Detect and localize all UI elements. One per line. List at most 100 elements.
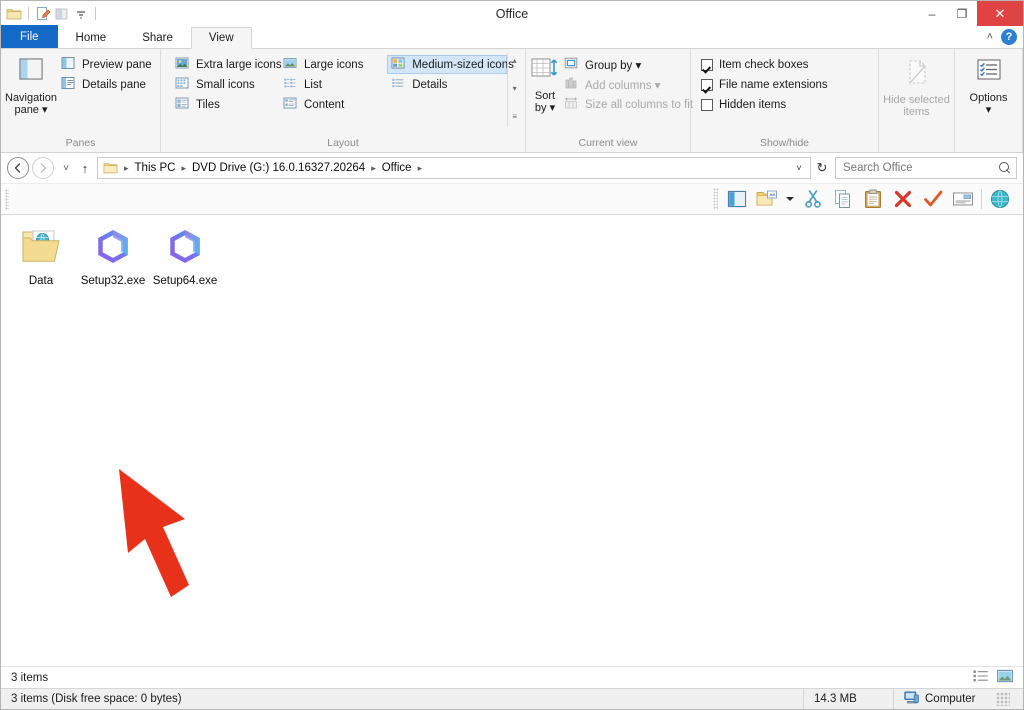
hidden-items-checkbox[interactable] [701,98,713,111]
copy-button[interactable] [828,186,858,212]
tab-view[interactable]: View [190,27,252,49]
breadcrumb-item-this-pc[interactable]: This PC [131,158,180,178]
extra-large-icons-item[interactable]: Extra large icons [171,55,282,74]
cut-button[interactable] [798,186,828,212]
refresh-button[interactable]: ↻ [811,157,833,179]
close-button[interactable]: ✕ [977,1,1023,26]
breadcrumb-dropdown-icon[interactable]: ˅ [790,158,808,178]
customize-dropdown-icon[interactable] [73,6,89,22]
recent-locations-button[interactable]: ˅ [57,157,75,179]
search-icon[interactable] [999,161,1012,175]
large-icons-item[interactable]: Large icons [279,55,387,74]
options-label-1: Options [969,92,1008,104]
open-folder-button[interactable] [752,186,782,212]
item-count-label: 3 items [11,671,49,684]
file-name-extensions-checkbox[interactable] [701,78,713,91]
paste-button[interactable] [858,186,888,212]
breadcrumb-item-dvd-drive[interactable]: DVD Drive (G:) 16.0.16327.20264 [188,158,369,178]
custom-toolbar [1,183,1023,215]
list-item-view[interactable]: List [279,75,387,94]
details-pane-item[interactable]: Details pane [57,75,158,94]
file-item-setup64[interactable]: Setup64.exe [149,223,221,292]
hidden-items-label: Hidden items [719,98,787,111]
small-icons-icon [175,76,191,93]
forward-button[interactable] [32,157,54,179]
tab-home[interactable]: Home [58,26,125,48]
details-view-toggle-icon[interactable] [973,669,989,686]
ribbon-group-options: Options ▾ [955,49,1023,152]
search-input[interactable]: Search Office [843,162,999,174]
large-icons-label: Large icons [304,58,364,71]
tiles-item[interactable]: Tiles [171,95,279,114]
list-label: List [304,78,322,91]
navigation-panel-button[interactable] [722,186,752,212]
toolbar-dropdown-button[interactable] [782,186,798,212]
breadcrumb-sep-1[interactable]: ▸ [179,163,188,174]
breadcrumb-bar[interactable]: ▸ This PC ▸ DVD Drive (G:) 16.0.16327.20… [97,157,811,179]
search-box[interactable]: Search Office [835,157,1017,179]
ribbon-group-layout: Extra large icons Small icons Tiles Larg… [161,49,526,152]
help-icon[interactable]: ? [1001,29,1017,45]
file-item-data[interactable]: Data [5,223,77,292]
file-item-label: Data [28,275,54,287]
layout-column-2: Large icons List Content [279,53,387,114]
tiles-label: Tiles [196,98,220,111]
group-by-item[interactable]: Group by ▾ [560,55,699,74]
delete-button[interactable] [888,186,918,212]
rename-button[interactable] [948,186,978,212]
status-location: Computer [893,689,1023,709]
browser-button[interactable] [985,186,1015,212]
folder-icon[interactable] [6,6,22,22]
minimize-button[interactable]: – [917,1,947,26]
tab-share[interactable]: Share [124,26,191,48]
preview-pane-label: Preview pane [81,58,152,71]
quick-access-toolbar [1,1,99,26]
sort-by-button[interactable]: Sort by ▾ [530,53,560,114]
properties-icon[interactable] [35,6,51,22]
breadcrumb-folder-icon [100,158,122,178]
layout-column-3: Medium-sized icons Details [387,53,514,94]
panes-items: Preview pane Details pane [57,53,158,94]
details-view-icon [391,76,407,93]
breadcrumb-sep-3[interactable]: ▸ [416,163,425,174]
small-icons-item[interactable]: Small icons [171,75,279,94]
options-button[interactable]: Options ▾ [959,53,1018,116]
medium-icons-label: Medium-sized icons [412,58,514,71]
navigation-pane-button[interactable]: Navigation pane ▾ [5,53,57,116]
file-name-extensions-option[interactable]: File name extensions [697,75,834,94]
hidden-items-option[interactable]: Hidden items [697,95,834,114]
large-icons-view-toggle-icon[interactable] [997,669,1013,686]
resize-grip[interactable] [996,692,1010,706]
show-hide-checkboxes: Item check boxes File name extensions Hi… [697,53,834,114]
file-item-setup32[interactable]: Setup32.exe [77,223,149,292]
layout-scroll-up-icon[interactable]: ▴ [513,56,517,65]
back-button[interactable] [7,157,29,179]
toolbar-drag-handle[interactable] [713,188,718,210]
ribbon-group-current-view: Sort by ▾ Group by ▾ Add columns ▾ Size … [526,49,693,152]
panes-group-label: Panes [65,137,96,149]
new-folder-icon[interactable] [54,6,70,22]
collapse-ribbon-icon[interactable]: ˄ [987,31,993,43]
layout-scroll-down-icon[interactable]: ▾ [513,84,517,93]
confirm-button[interactable] [918,186,948,212]
window-controls: – ❐ ✕ [917,1,1023,26]
item-check-boxes-option[interactable]: Item check boxes [697,55,834,74]
breadcrumb-sep-2[interactable]: ▸ [369,163,378,174]
up-button[interactable]: ↑ [75,157,95,179]
breadcrumb-item-office[interactable]: Office [378,158,416,178]
details-view-item[interactable]: Details [387,75,507,94]
folder-documents-icon [20,227,62,270]
layout-scroll-controls[interactable]: ▴ ▾ ≡ [507,53,521,127]
ribbon-tab-strip: File Home Share View ˄ ? [1,25,1023,49]
tab-file[interactable]: File [1,25,58,48]
window-title: Office [495,6,529,21]
content-item[interactable]: Content [279,95,387,114]
ribbon: Navigation pane ▾ Preview pane Details p… [1,49,1023,153]
preview-pane-item[interactable]: Preview pane [57,55,158,74]
layout-scroll-more-icon[interactable]: ≡ [512,112,517,121]
medium-icons-item[interactable]: Medium-sized icons [387,55,514,74]
item-check-boxes-checkbox[interactable] [701,58,713,71]
toolbar-grip[interactable] [5,189,9,210]
file-list-area[interactable]: Data Setup32.exe Setup64.exe [1,215,1023,666]
maximize-button[interactable]: ❐ [947,1,977,26]
